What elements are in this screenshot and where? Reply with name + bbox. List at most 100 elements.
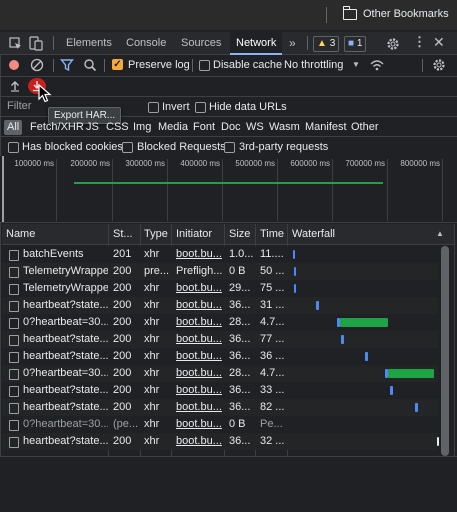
request-initiator[interactable]: boot.bu... bbox=[176, 246, 224, 263]
request-initiator[interactable]: boot.bu... bbox=[176, 280, 224, 297]
filter-other[interactable]: Other bbox=[348, 120, 382, 135]
file-icon bbox=[9, 420, 19, 431]
request-initiator[interactable]: boot.bu... bbox=[176, 416, 224, 433]
filter-css[interactable]: CSS bbox=[103, 120, 132, 135]
filter-js[interactable]: JS bbox=[83, 120, 102, 135]
request-initiator[interactable]: boot.bu... bbox=[176, 433, 224, 450]
settings-gear-icon[interactable] bbox=[386, 37, 400, 51]
filter-fetch-xhr[interactable]: Fetch/XHR bbox=[27, 120, 87, 135]
request-initiator[interactable]: boot.bu... bbox=[176, 399, 224, 416]
preserve-log-checkbox[interactable]: ✓ bbox=[112, 59, 123, 70]
request-initiator[interactable]: boot.bu... bbox=[176, 382, 224, 399]
import-export-toolbar bbox=[0, 76, 457, 97]
blocked-requests-label: Blocked Requests bbox=[137, 141, 226, 153]
column-header-size[interactable]: Size bbox=[229, 224, 250, 244]
has-blocked-cookies-checkbox[interactable] bbox=[8, 142, 19, 153]
more-tabs-icon[interactable]: » bbox=[289, 36, 296, 50]
filter-funnel-icon[interactable] bbox=[60, 58, 74, 72]
table-scrollbar[interactable] bbox=[441, 246, 449, 456]
overview-gridline bbox=[167, 159, 168, 221]
request-size: 1.0... bbox=[229, 248, 254, 260]
column-header-initiator[interactable]: Initiator bbox=[176, 224, 212, 244]
filter-ws[interactable]: WS bbox=[243, 120, 267, 135]
hide-data-urls-checkbox[interactable] bbox=[195, 102, 206, 113]
request-initiator[interactable]: Prefligh... bbox=[176, 263, 224, 280]
filter-doc[interactable]: Doc bbox=[218, 120, 244, 135]
sort-ascending-icon[interactable]: ▲ bbox=[436, 229, 444, 238]
messages-count: 1 bbox=[356, 38, 363, 49]
request-name: heartbeat?state... bbox=[23, 435, 108, 447]
filter-input[interactable]: Filter bbox=[7, 100, 31, 112]
table-row[interactable]: 0?heartbeat=30... 200 xhr boot.bu... 28.… bbox=[2, 314, 438, 331]
waterfall-bar bbox=[365, 352, 368, 361]
network-settings-gear-icon[interactable] bbox=[432, 58, 446, 72]
table-row[interactable]: TelemetryWrapper 200 xhr boot.bu... 29..… bbox=[2, 280, 438, 297]
tab-sources[interactable]: Sources bbox=[181, 32, 221, 54]
filter-img[interactable]: Img bbox=[130, 120, 154, 135]
disable-cache-checkbox[interactable] bbox=[199, 60, 210, 71]
table-row[interactable]: TelemetryWrapper 200 pre... Prefligh... … bbox=[2, 263, 438, 280]
table-row[interactable]: 0?heartbeat=30... 200 xhr boot.bu... 28.… bbox=[2, 365, 438, 382]
request-initiator[interactable]: boot.bu... bbox=[176, 365, 224, 382]
clear-icon[interactable] bbox=[30, 58, 44, 72]
request-time: 36 ... bbox=[260, 350, 285, 362]
file-icon bbox=[9, 369, 19, 380]
request-time: 4.7... bbox=[260, 367, 285, 379]
overview-tick-label: 800000 ms bbox=[400, 159, 440, 168]
request-status: 201 bbox=[113, 248, 132, 260]
table-row[interactable]: batchEvents 201 xhr boot.bu... 1.0... 11… bbox=[2, 246, 438, 263]
request-size: 0 B bbox=[229, 265, 246, 277]
table-row[interactable]: heartbeat?state... 200 xhr boot.bu... 36… bbox=[2, 382, 438, 399]
filter-all[interactable]: All bbox=[4, 120, 23, 135]
filter-wasm[interactable]: Wasm bbox=[266, 120, 303, 135]
third-party-requests-checkbox[interactable] bbox=[224, 142, 235, 153]
request-initiator[interactable]: boot.bu... bbox=[176, 297, 224, 314]
inspect-element-icon[interactable] bbox=[9, 37, 23, 51]
table-row[interactable]: heartbeat?state... 200 xhr boot.bu... 36… bbox=[2, 348, 438, 365]
request-initiator[interactable]: boot.bu... bbox=[176, 331, 224, 348]
close-devtools-icon[interactable]: ✕ bbox=[433, 35, 445, 49]
table-row[interactable]: heartbeat?state... 200 xhr boot.bu... 36… bbox=[2, 399, 438, 416]
column-header-time[interactable]: Time bbox=[260, 224, 284, 244]
filter-media[interactable]: Media bbox=[155, 120, 191, 135]
table-row[interactable]: 0?heartbeat=30... (pe... xhr boot.bu... … bbox=[2, 416, 438, 433]
request-status: 200 bbox=[113, 401, 132, 413]
request-initiator[interactable]: boot.bu... bbox=[176, 348, 224, 365]
file-icon bbox=[9, 318, 19, 329]
filter-font[interactable]: Font bbox=[190, 120, 218, 135]
overview-left-handle[interactable] bbox=[2, 156, 4, 222]
column-header-type[interactable]: Type bbox=[144, 224, 168, 244]
device-toolbar-icon[interactable] bbox=[29, 36, 44, 51]
table-row[interactable]: heartbeat?state... 200 xhr boot.bu... 36… bbox=[2, 297, 438, 314]
messages-badge[interactable]: ■ 1 bbox=[344, 36, 367, 52]
more-options-icon[interactable]: ⋮ bbox=[413, 35, 426, 49]
request-name: 0?heartbeat=30... bbox=[23, 418, 108, 430]
waterfall-bar bbox=[294, 284, 296, 293]
network-conditions-icon[interactable] bbox=[370, 58, 384, 72]
request-time: 31 ... bbox=[260, 299, 285, 311]
request-initiator[interactable]: boot.bu... bbox=[176, 314, 224, 331]
other-bookmarks-button[interactable]: Other Bookmarks bbox=[342, 5, 449, 20]
record-button[interactable] bbox=[9, 60, 19, 70]
waterfall-bar bbox=[388, 369, 434, 378]
throttling-select[interactable]: No throttling bbox=[284, 59, 343, 71]
tab-console[interactable]: Console bbox=[126, 32, 166, 54]
column-header-status[interactable]: St... bbox=[113, 224, 133, 244]
search-icon[interactable] bbox=[83, 58, 97, 72]
column-header-name[interactable]: Name bbox=[6, 224, 35, 244]
throttling-dropdown-icon[interactable]: ▼ bbox=[352, 60, 360, 69]
table-row[interactable]: heartbeat?state... 200 xhr boot.bu... 36… bbox=[2, 331, 438, 348]
toolbar-divider bbox=[104, 59, 105, 72]
table-row[interactable]: heartbeat?state... 200 xhr boot.bu... 36… bbox=[2, 433, 439, 450]
filter-manifest[interactable]: Manifest bbox=[302, 120, 350, 135]
tab-elements[interactable]: Elements bbox=[66, 32, 112, 54]
invert-checkbox[interactable] bbox=[148, 102, 159, 113]
overview-gridline bbox=[277, 159, 278, 221]
import-har-icon[interactable] bbox=[9, 80, 21, 92]
column-header-waterfall[interactable]: Waterfall bbox=[292, 224, 335, 244]
warnings-badge[interactable]: ▲ 3 bbox=[313, 36, 340, 52]
request-time: 75 ... bbox=[260, 282, 285, 294]
request-name: heartbeat?state... bbox=[23, 401, 108, 413]
blocked-requests-checkbox[interactable] bbox=[122, 142, 133, 153]
tab-network[interactable]: Network bbox=[230, 32, 283, 55]
